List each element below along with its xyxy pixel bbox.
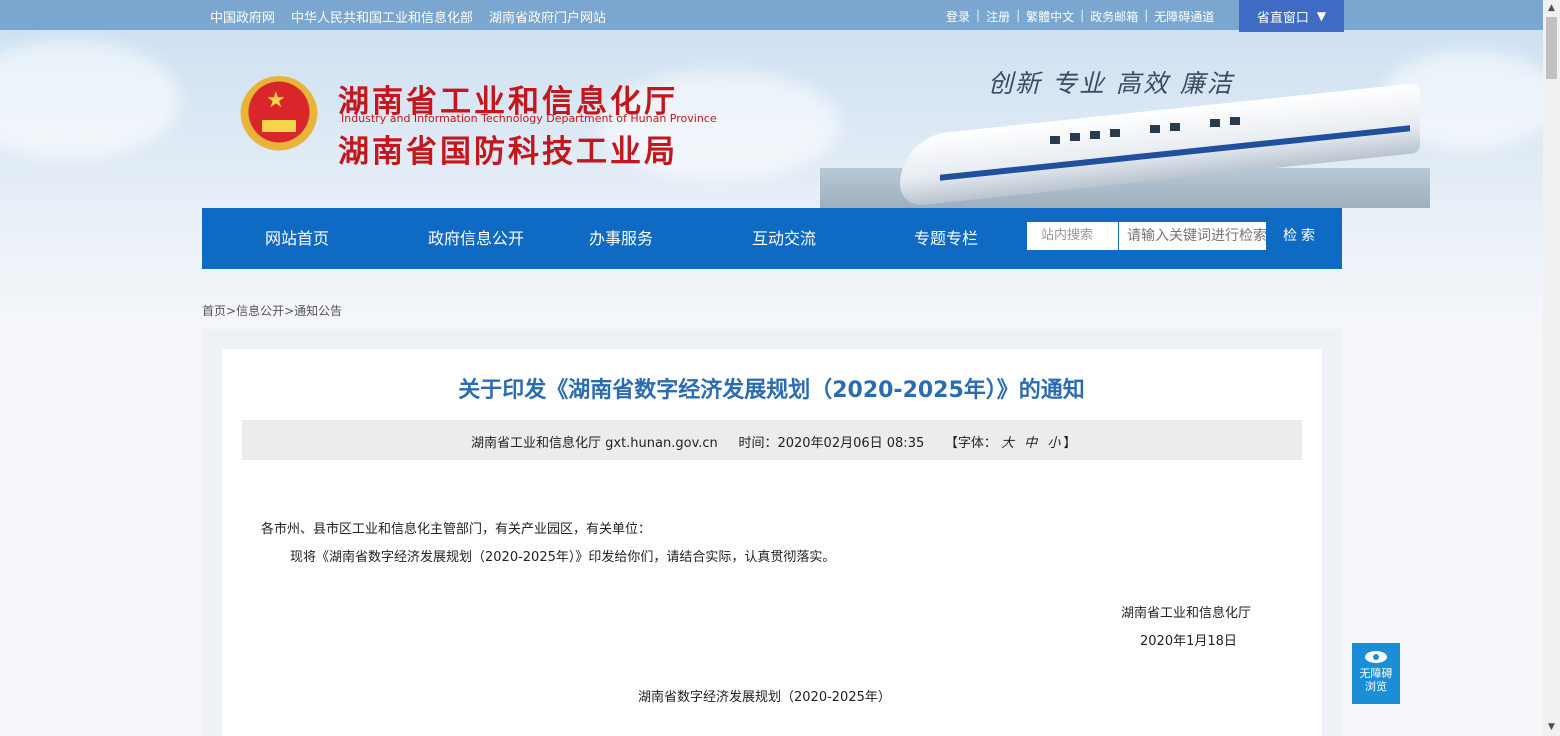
train-window [1150,125,1160,133]
breadcrumb: 首页>信息公开>通知公告 [202,302,342,319]
province-window-button[interactable]: 省直窗口 ▼ [1239,0,1344,32]
train-window [1170,123,1180,131]
site-title-english: Industry and Information Technology Depa… [341,112,717,125]
article-title: 关于印发《湖南省数字经济发展规划（2020-2025年）》的通知 [0,372,1543,404]
nav-interaction[interactable]: 互动交流 [752,208,816,269]
search-input[interactable] [1119,222,1266,250]
scrollbar-thumb[interactable] [1546,17,1557,79]
article-source: 湖南省工业和信息化厅 gxt.hunan.gov.cn [471,436,718,451]
province-window-label: 省直窗口 [1256,10,1309,26]
article-salutation: 各市州、县市区工业和信息化主管部门，有关产业园区，有关单位： [261,522,652,537]
article-title-text: 关于印发《湖南省数字经济发展规划（2020-2025年）》的通知 [458,378,1085,403]
train-window [1210,119,1220,127]
accessibility-browse-button[interactable]: 无障碍 浏览 [1352,643,1400,704]
search-button[interactable]: 检索 [1276,222,1326,250]
link-hunan-portal[interactable]: 湖南省政府门户网站 [489,7,606,26]
gov-mail-link[interactable]: 政务邮箱 [1090,8,1138,25]
search-scope-label[interactable]: 站内搜索 [1027,222,1118,250]
link-gov-cn[interactable]: 中国政府网 [210,7,275,26]
font-size-label-close: 】 [1063,436,1077,451]
breadcrumb-home[interactable]: 首页 [202,304,226,318]
star-icon: ★ [266,88,286,113]
chevron-down-icon: ▼ [1316,9,1327,23]
nav-home[interactable]: 网站首页 [265,208,329,269]
breadcrumb-separator: > [226,304,237,318]
nav-gov-info[interactable]: 政府信息公开 [428,208,524,269]
separator: | [1144,8,1149,22]
breadcrumb-separator: > [284,304,295,318]
scroll-down-arrow-icon[interactable]: ▼ [1543,719,1560,736]
article-meta: 湖南省工业和信息化厅 gxt.hunan.gov.cn 时间：2020年02月0… [471,432,1076,451]
article-signature-org: 湖南省工业和信息化厅 [1121,606,1252,621]
page-scrollbar[interactable]: ▲ ▼ [1543,0,1560,736]
accessibility-channel-link[interactable]: 无障碍通道 [1154,8,1214,25]
top-right-links: 登录 | 注册 | 繁體中文 | 政务邮箱 | 无障碍通道 [946,8,1214,25]
scroll-up-arrow-icon[interactable]: ▲ [1543,0,1560,17]
breadcrumb-info-public[interactable]: 信息公开 [236,304,284,318]
separator: | [1016,8,1021,22]
train-banner-image [820,82,1430,208]
eye-icon [1365,651,1387,663]
login-link[interactable]: 登录 [946,8,970,25]
article-time-label: 时间： [738,436,778,451]
main-nav: 网站首页 政府信息公开 办事服务 互动交流 专题专栏 站内搜索 检索 [202,208,1342,269]
article-signature-date: 2020年1月18日 [1140,634,1237,649]
train-window [1050,136,1060,144]
traditional-chinese-link[interactable]: 繁體中文 [1026,8,1074,25]
site-title-secondary: 湖南省国防科技工业局 [338,134,678,170]
train-window [1110,129,1120,137]
train-window [1090,131,1100,139]
attachment-title: 湖南省数字经济发展规划（2020-2025年） [638,690,891,705]
separator: | [976,8,981,22]
article-time: 2020年02月06日 08:35 [777,436,925,451]
national-emblem-icon: ★ [240,76,318,156]
nav-services[interactable]: 办事服务 [589,208,653,269]
emblem-gate [262,120,296,132]
font-size-options[interactable]: 大 中 小 [1001,436,1063,451]
accessibility-line2: 浏览 [1365,680,1387,693]
breadcrumb-notices[interactable]: 通知公告 [294,304,342,318]
accessibility-line1: 无障碍 [1359,667,1393,680]
train-window [1230,117,1240,125]
article-body-paragraph: 现将《湖南省数字经济发展规划（2020-2025年）》印发给你们，请结合实际，认… [290,550,836,565]
link-miit[interactable]: 中华人民共和国工业和信息化部 [291,7,473,26]
font-size-label-open: 【字体： [944,436,997,451]
register-link[interactable]: 注册 [986,8,1010,25]
cloud-decoration [0,40,180,160]
article-card [222,349,1322,736]
nav-special-topics[interactable]: 专题专栏 [914,208,978,269]
top-links: 中国政府网 中华人民共和国工业和信息化部 湖南省政府门户网站 [210,7,606,26]
train-window [1070,133,1080,141]
separator: | [1080,8,1085,22]
